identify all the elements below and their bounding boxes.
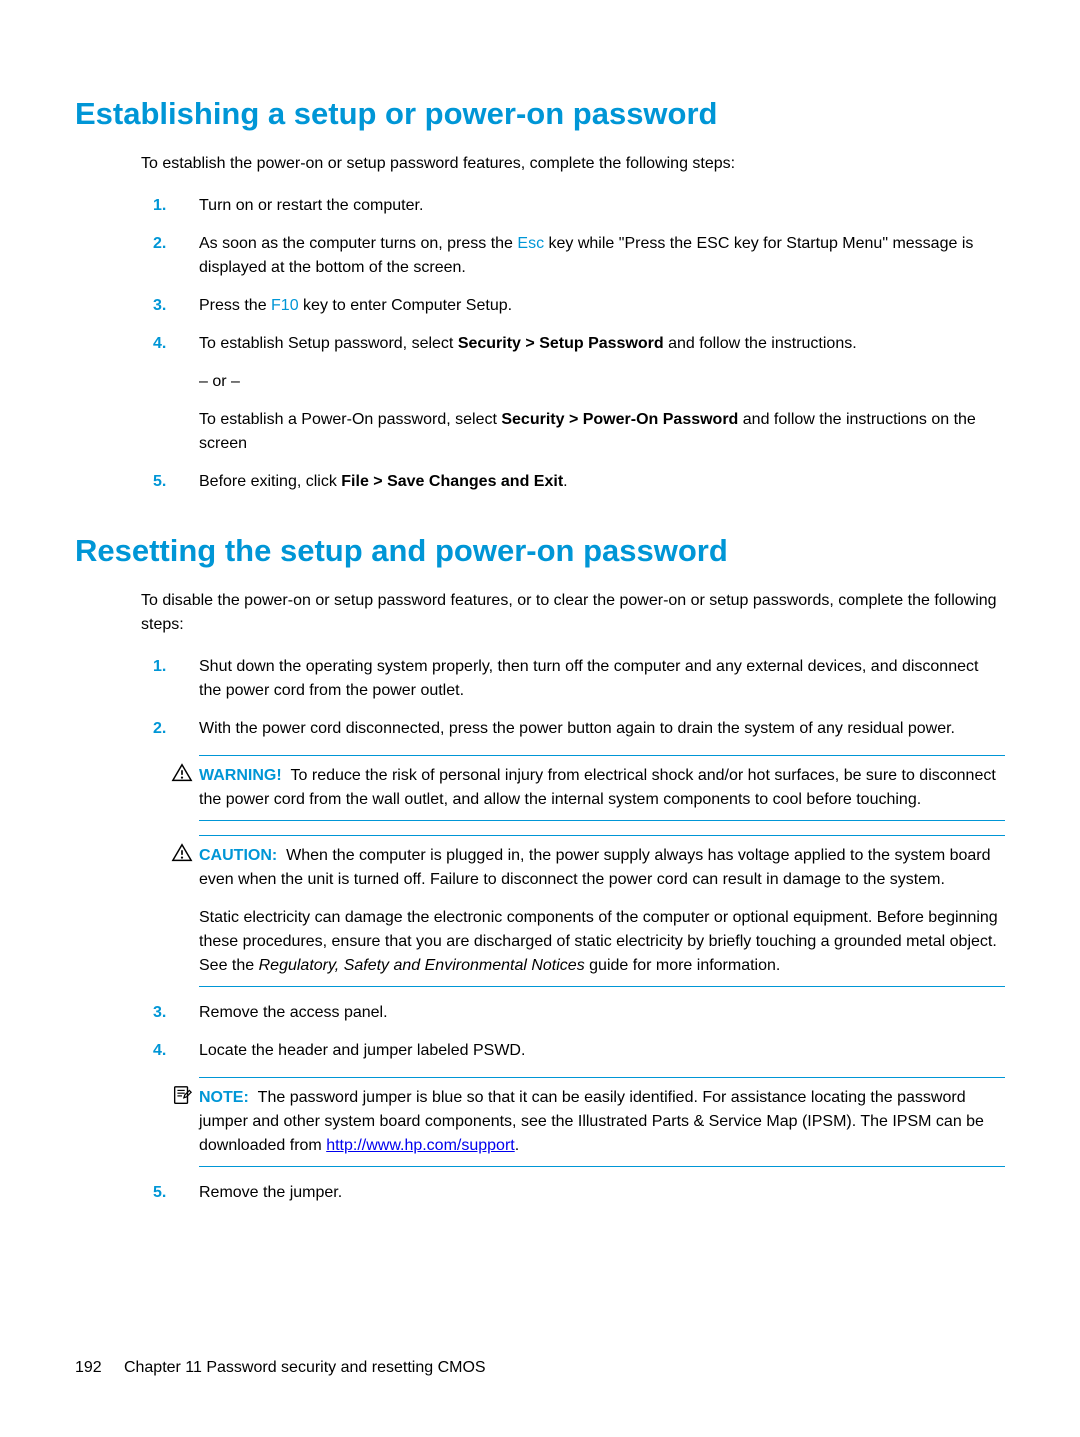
step-text: Remove the access panel. <box>199 1004 388 1021</box>
step-text: Press the F10 key to enter Computer Setu… <box>199 297 512 314</box>
page-container: Establishing a setup or power-on passwor… <box>0 0 1080 1437</box>
heading-establishing: Establishing a setup or power-on passwor… <box>75 95 1005 132</box>
step-sub: To establish a Power-On password, select… <box>199 408 1005 456</box>
list-item: 1. Turn on or restart the computer. <box>153 194 1005 218</box>
list-item: 2. As soon as the computer turns on, pres… <box>153 232 1005 280</box>
chapter-title: Chapter 11 Password security and resetti… <box>124 1359 486 1376</box>
step-number: 2. <box>153 232 166 256</box>
step-text: Turn on or restart the computer. <box>199 197 423 214</box>
step-text: Locate the header and jumper labeled PSW… <box>199 1042 525 1059</box>
step-number: 5. <box>153 1181 166 1205</box>
step-number: 3. <box>153 1001 166 1025</box>
warning-alert: WARNING! To reduce the risk of personal … <box>199 755 1005 821</box>
step-number: 4. <box>153 1039 166 1063</box>
intro-s1: To establish the power-on or setup passw… <box>141 152 1005 176</box>
step-number: 3. <box>153 294 166 318</box>
list-item: 5. Before exiting, click File > Save Chan… <box>153 470 1005 494</box>
steps-section1: 1. Turn on or restart the computer. 2. As s… <box>153 194 1005 494</box>
step-number: 1. <box>153 194 166 218</box>
page-footer: 192 Chapter 11 Password security and res… <box>75 1359 486 1377</box>
page-number: 192 <box>75 1359 102 1376</box>
step-text: Before exiting, click File > Save Change… <box>199 473 568 490</box>
heading-resetting: Resetting the setup and power-on passwor… <box>75 532 1005 569</box>
step-number: 2. <box>153 717 166 741</box>
step-text: With the power cord disconnected, press … <box>199 720 955 737</box>
list-item: 4. To establish Setup password, select Se… <box>153 332 1005 456</box>
intro-s2: To disable the power-on or setup passwor… <box>141 589 1005 637</box>
alert-body: The password jumper is blue so that it c… <box>199 1089 984 1154</box>
step-text: Shut down the operating system properly,… <box>199 658 978 699</box>
alert-title: WARNING! <box>199 767 282 784</box>
alert-title: NOTE: <box>199 1089 249 1106</box>
note-alert: NOTE: The password jumper is blue so tha… <box>199 1077 1005 1167</box>
alert-body: To reduce the risk of personal injury fr… <box>199 767 996 808</box>
step-text: Remove the jumper. <box>199 1184 342 1201</box>
list-item: 4. Locate the header and jumper labeled P… <box>153 1039 1005 1167</box>
steps-section2: 1. Shut down the operating system properl… <box>153 655 1005 1205</box>
support-link[interactable]: http://www.hp.com/support <box>326 1137 515 1154</box>
step-number: 1. <box>153 655 166 679</box>
step-sub: – or – <box>199 370 1005 394</box>
list-item: 2. With the power cord disconnected, pres… <box>153 717 1005 987</box>
alert-title: CAUTION: <box>199 847 277 864</box>
caution-alert: CAUTION: When the computer is plugged in… <box>199 835 1005 987</box>
step-number: 4. <box>153 332 166 356</box>
list-item: 1. Shut down the operating system properl… <box>153 655 1005 703</box>
note-icon <box>171 1084 193 1106</box>
list-item: 3. Remove the access panel. <box>153 1001 1005 1025</box>
alert-para: Static electricity can damage the electr… <box>199 906 1005 978</box>
list-item: 3. Press the F10 key to enter Computer Se… <box>153 294 1005 318</box>
step-number: 5. <box>153 470 166 494</box>
alert-body: When the computer is plugged in, the pow… <box>199 847 991 888</box>
step-text: To establish Setup password, select Secu… <box>199 335 857 352</box>
list-item: 5. Remove the jumper. <box>153 1181 1005 1205</box>
caution-icon <box>171 842 193 864</box>
step-text: As soon as the computer turns on, press … <box>199 235 973 276</box>
warning-icon <box>171 762 193 784</box>
